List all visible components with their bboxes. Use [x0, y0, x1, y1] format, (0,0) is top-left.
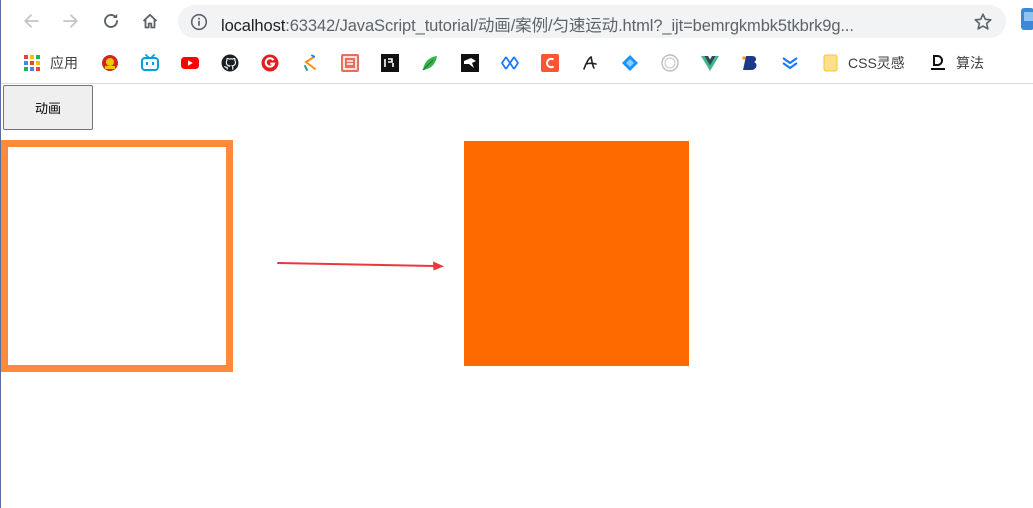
back-button[interactable]	[17, 7, 45, 35]
bookmark-algorithm[interactable]: 算法	[929, 52, 984, 74]
bookmark-square-black[interactable]	[381, 52, 399, 74]
home-icon	[142, 13, 158, 29]
bookmark-bilibili[interactable]	[141, 52, 159, 74]
bookmark-green-leaf[interactable]	[421, 52, 439, 74]
script-a-icon	[583, 55, 597, 70]
csdn-c-icon	[541, 54, 559, 72]
address-bar[interactable]: localhost:63342/JavaScript_tutorial/动画/案…	[178, 5, 1006, 38]
url-host: localhost	[221, 17, 286, 35]
bookmark-label: CSS灵感	[848, 55, 905, 71]
bookmark-jianshu[interactable]	[341, 52, 359, 74]
bookmark-github[interactable]	[221, 52, 239, 74]
square-black-icon	[381, 54, 399, 72]
browser-window: localhost:63342/JavaScript_tutorial/动画/案…	[0, 0, 1033, 508]
browser-toolbar: localhost:63342/JavaScript_tutorial/动画/案…	[1, 0, 1033, 42]
bookmark-script-a[interactable]	[581, 52, 599, 74]
page-content: 动画	[1, 85, 1033, 508]
blue-diamond-icon	[622, 55, 638, 71]
blue-link-icon	[501, 56, 519, 70]
bookmark-youtube[interactable]	[181, 52, 199, 74]
profile-avatar-icon[interactable]	[1019, 7, 1033, 31]
right-arrow-icon	[277, 261, 444, 271]
vue-icon	[701, 56, 719, 71]
juejin-icon	[304, 54, 316, 71]
forward-arrow-icon	[63, 14, 78, 28]
green-leaf-icon	[422, 56, 437, 71]
bookmark-blue-link[interactable]	[501, 52, 519, 74]
bookmark-apps[interactable]: 应用	[23, 52, 78, 74]
forward-button[interactable]	[57, 7, 85, 35]
g-red-circle-icon	[261, 54, 279, 72]
black-bird-icon	[461, 54, 479, 72]
url-text[interactable]: localhost:63342/JavaScript_tutorial/动画/案…	[221, 12, 961, 36]
bookmark-b-logo[interactable]	[741, 52, 759, 74]
apps-grid-icon	[24, 55, 40, 71]
bookmark-blue-chevrons[interactable]	[781, 52, 799, 74]
back-arrow-icon	[24, 14, 39, 28]
blue-chevrons-icon	[782, 57, 798, 69]
youtube-icon	[181, 57, 199, 69]
bookmark-black-bird[interactable]	[461, 52, 479, 74]
emblem-icon	[102, 55, 118, 71]
jianshu-icon	[341, 54, 359, 72]
start-box	[1, 140, 233, 372]
bookmark-grey-seal[interactable]	[661, 52, 679, 74]
bookmark-label: 应用	[50, 55, 78, 71]
github-icon	[221, 54, 239, 72]
bilibili-icon	[141, 54, 159, 71]
bookmarks-bar: 应用 CSS灵感 算法	[1, 42, 1033, 84]
bookmark-vue[interactable]	[701, 52, 719, 74]
bookmark-emblem[interactable]	[101, 52, 119, 74]
reload-icon	[104, 13, 118, 28]
animate-button[interactable]: 动画	[3, 85, 93, 130]
star-icon[interactable]	[973, 12, 993, 32]
bookmark-csdn[interactable]	[541, 52, 559, 74]
bookmark-juejin[interactable]	[301, 52, 319, 74]
b-logo-icon	[742, 56, 757, 70]
bookmark-label: 算法	[956, 55, 984, 71]
bookmark-g-site[interactable]	[261, 52, 279, 74]
d-logo-icon	[931, 55, 945, 70]
home-button[interactable]	[136, 7, 164, 35]
end-box	[464, 141, 689, 366]
folder-icon	[823, 54, 838, 72]
bookmark-css-inspiration[interactable]: CSS灵感	[821, 52, 905, 74]
url-path: :63342/JavaScript_tutorial/动画/案例/匀速运动.ht…	[285, 17, 854, 35]
reload-button[interactable]	[97, 7, 125, 35]
info-icon[interactable]	[190, 13, 208, 31]
bookmark-blue-diamond[interactable]	[621, 52, 639, 74]
grey-seal-icon	[661, 54, 679, 72]
